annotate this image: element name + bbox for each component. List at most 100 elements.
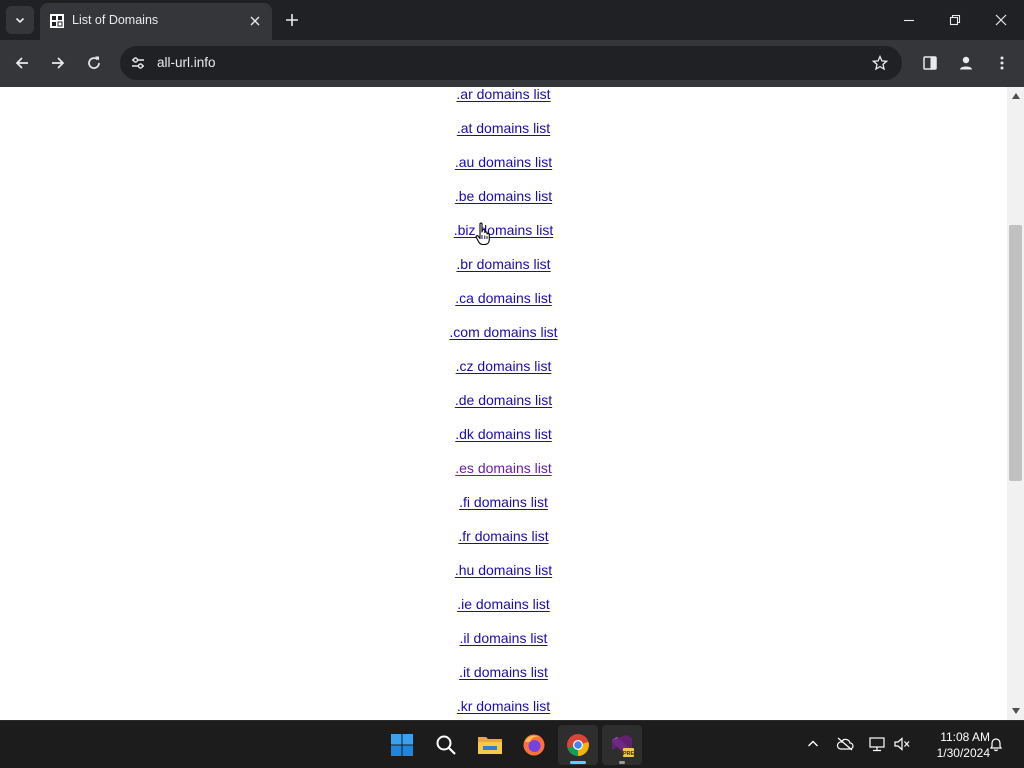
back-button[interactable] bbox=[8, 49, 36, 77]
svg-text:PRE: PRE bbox=[623, 751, 635, 757]
domain-list-link[interactable]: .be domains list bbox=[455, 188, 552, 204]
url-text: all-url.info bbox=[157, 55, 216, 70]
tab-active[interactable]: List of Domains bbox=[40, 3, 272, 40]
restore-icon bbox=[949, 14, 961, 26]
notifications-button[interactable] bbox=[986, 734, 1006, 754]
domain-list-link[interactable]: .biz domains list bbox=[454, 222, 554, 238]
arrow-left-icon bbox=[15, 57, 28, 69]
volume-button[interactable] bbox=[892, 734, 912, 754]
list-item: .com domains list bbox=[0, 315, 1007, 349]
restore-button[interactable] bbox=[932, 0, 978, 40]
windows-start-icon bbox=[391, 734, 413, 756]
new-tab-button[interactable] bbox=[280, 8, 304, 32]
running-app-indicator bbox=[619, 761, 625, 764]
domain-list-link[interactable]: .hu domains list bbox=[455, 562, 552, 578]
tab-search-button[interactable] bbox=[6, 6, 34, 34]
domain-list-link[interactable]: .ie domains list bbox=[457, 596, 550, 612]
tab-close-button[interactable] bbox=[246, 12, 264, 30]
domain-list-link[interactable]: .es domains list bbox=[455, 460, 551, 476]
file-explorer-button[interactable] bbox=[470, 725, 510, 765]
clock-date: 1/30/2024 bbox=[936, 746, 990, 760]
domain-list-link[interactable]: .at domains list bbox=[457, 120, 550, 136]
triangle-down-icon bbox=[1011, 707, 1020, 714]
domain-list-link[interactable]: .fi domains list bbox=[459, 494, 548, 510]
screen: List of Domains all-url.info .ar domains… bbox=[0, 0, 1024, 768]
list-item: .biz domains list bbox=[0, 213, 1007, 247]
minimize-icon bbox=[904, 19, 914, 22]
minimize-button[interactable] bbox=[886, 0, 932, 40]
list-item: .de domains list bbox=[0, 383, 1007, 417]
scroll-down-button[interactable] bbox=[1011, 706, 1020, 715]
domain-list-link[interactable]: .kr domains list bbox=[457, 698, 550, 714]
list-item: .il domains list bbox=[0, 621, 1007, 655]
domain-list-link[interactable]: .ca domains list bbox=[455, 290, 551, 306]
side-panel-button[interactable] bbox=[916, 49, 944, 77]
domain-list-link[interactable]: .cz domains list bbox=[456, 358, 552, 374]
list-item: .fi domains list bbox=[0, 485, 1007, 519]
page-viewport: .ar domains list .at domains list .au doma… bbox=[0, 87, 1024, 720]
page-scrollbar[interactable] bbox=[1007, 87, 1024, 720]
domain-list-link[interactable]: .com domains list bbox=[449, 324, 557, 340]
tab-title: List of Domains bbox=[72, 13, 159, 27]
list-item: .it domains list bbox=[0, 655, 1007, 689]
visual-studio-button[interactable]: PRE bbox=[602, 725, 642, 765]
list-item: .fr domains list bbox=[0, 519, 1007, 553]
list-item: .ie domains list bbox=[0, 587, 1007, 621]
active-app-indicator bbox=[570, 761, 586, 764]
tab-strip: List of Domains bbox=[0, 0, 1024, 40]
domain-list-link[interactable]: .fr domains list bbox=[458, 528, 548, 544]
chrome-icon bbox=[567, 734, 589, 756]
domain-list-link[interactable]: .ar domains list bbox=[456, 87, 550, 102]
list-item: .ca domains list bbox=[0, 281, 1007, 315]
close-icon bbox=[250, 16, 260, 26]
list-item: .es domains list bbox=[0, 451, 1007, 485]
menu-button[interactable] bbox=[988, 49, 1016, 77]
domain-list-link[interactable]: .it domains list bbox=[459, 664, 548, 680]
reload-button[interactable] bbox=[80, 49, 108, 77]
plus-icon bbox=[286, 14, 298, 26]
search-icon bbox=[436, 735, 456, 755]
domain-list-link[interactable]: .de domains list bbox=[455, 392, 552, 408]
file-explorer-icon bbox=[478, 737, 502, 754]
reload-icon bbox=[88, 56, 100, 69]
chrome-button[interactable] bbox=[558, 725, 598, 765]
list-item: .hu domains list bbox=[0, 553, 1007, 587]
firefox-icon bbox=[523, 734, 545, 756]
list-item: .cz domains list bbox=[0, 349, 1007, 383]
scroll-up-button[interactable] bbox=[1011, 91, 1020, 100]
address-bar[interactable]: all-url.info bbox=[120, 46, 902, 80]
list-item: .be domains list bbox=[0, 179, 1007, 213]
firefox-button[interactable] bbox=[514, 725, 554, 765]
list-item: .dk domains list bbox=[0, 417, 1007, 451]
network-button[interactable] bbox=[867, 734, 887, 754]
side-panel-icon bbox=[923, 56, 937, 70]
site-favicon-icon bbox=[50, 14, 64, 28]
scrollbar-thumb[interactable] bbox=[1009, 225, 1022, 481]
visual-studio-preview-icon: PRE bbox=[612, 735, 635, 757]
profile-icon bbox=[960, 56, 972, 70]
taskbar-clock[interactable]: 11:08 AM 1/30/2024 bbox=[918, 729, 990, 761]
domain-list-link[interactable]: .au domains list bbox=[455, 154, 552, 170]
bookmark-button[interactable] bbox=[870, 53, 890, 73]
onedrive-button[interactable] bbox=[835, 734, 855, 754]
taskbar-search-button[interactable] bbox=[426, 725, 466, 765]
list-item: .au domains list bbox=[0, 145, 1007, 179]
domain-list-link[interactable]: .il domains list bbox=[460, 630, 548, 646]
chevron-down-icon bbox=[15, 17, 25, 24]
domain-list-link[interactable]: .dk domains list bbox=[455, 426, 551, 442]
close-icon bbox=[995, 14, 1007, 26]
list-item: .ar domains list bbox=[0, 87, 1007, 111]
domain-list-link[interactable]: .br domains list bbox=[456, 256, 550, 272]
list-item: .kr domains list bbox=[0, 689, 1007, 720]
site-info-button[interactable] bbox=[128, 53, 148, 73]
close-window-button[interactable] bbox=[978, 0, 1024, 40]
tune-icon bbox=[132, 57, 144, 69]
list-item: .br domains list bbox=[0, 247, 1007, 281]
triangle-up-icon bbox=[1011, 92, 1020, 99]
show-hidden-icons-button[interactable] bbox=[803, 734, 823, 754]
volume-muted-icon bbox=[894, 737, 910, 751]
forward-button[interactable] bbox=[44, 49, 72, 77]
list-item: .at domains list bbox=[0, 111, 1007, 145]
profile-button[interactable] bbox=[952, 49, 980, 77]
start-button[interactable] bbox=[382, 725, 422, 765]
